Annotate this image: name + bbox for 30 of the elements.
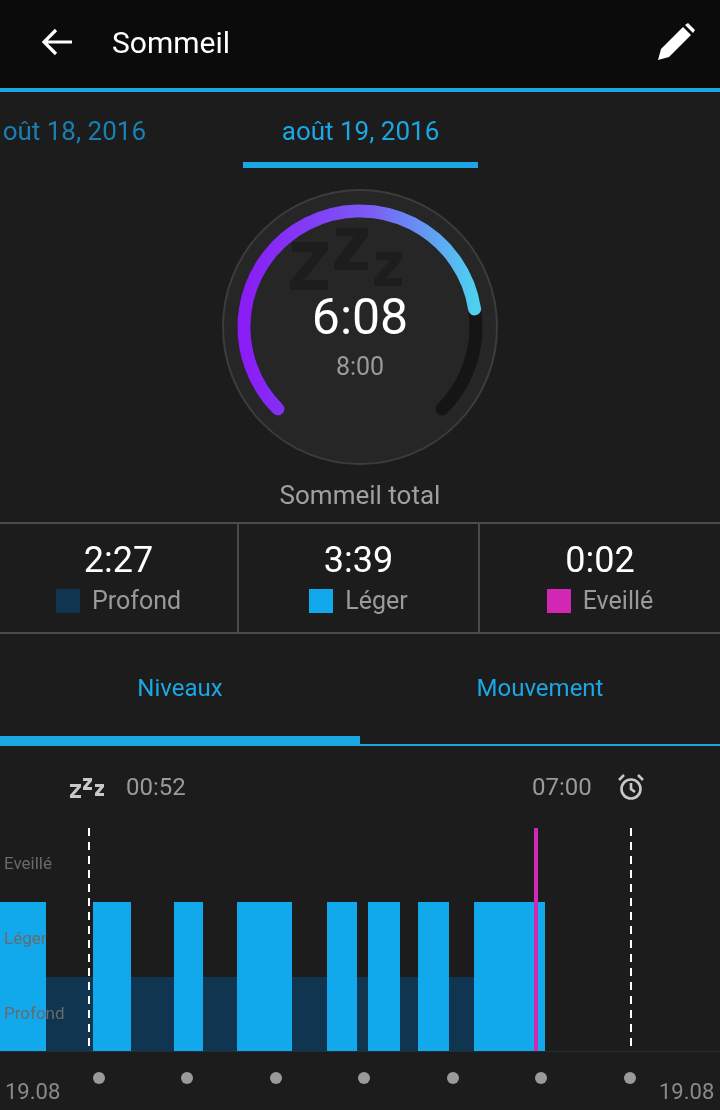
sleep-icon xyxy=(70,776,106,798)
timeline-dot xyxy=(181,1072,193,1084)
pencil-icon[interactable] xyxy=(656,22,696,62)
screen-title: Sommeil xyxy=(112,24,232,60)
level-label: Eveillé xyxy=(4,853,52,873)
date-tab[interactable]: août 19, 2016 xyxy=(243,116,478,168)
timeline-dot xyxy=(624,1072,636,1084)
gauge-label: Sommeil total xyxy=(278,482,442,512)
timeline-dot xyxy=(93,1072,105,1084)
sleep-total-value: 6:08 xyxy=(310,292,410,342)
back-arrow-icon[interactable] xyxy=(40,27,74,57)
stage-duration: 0:02 xyxy=(565,540,635,581)
timeline-dot xyxy=(270,1072,282,1084)
timeline-dot xyxy=(447,1072,459,1084)
sleep-start-time: 00:52 xyxy=(126,773,186,801)
sleep-goal: 8:00 xyxy=(334,354,386,379)
stage-duration: 2:27 xyxy=(83,540,154,581)
stage-label: Profond xyxy=(91,586,182,616)
date-tab[interactable]: oût 18, 2016 xyxy=(2,116,146,168)
timeline-dot xyxy=(535,1072,547,1084)
timeline-dot xyxy=(358,1072,370,1084)
end-date: 19.08 xyxy=(659,1079,715,1104)
view-tab[interactable]: Niveaux xyxy=(0,634,360,744)
stage-label: Léger xyxy=(345,586,408,616)
wake-time: 07:00 xyxy=(532,773,592,801)
stage-label: Eveillé xyxy=(582,586,654,616)
stage-duration: 3:39 xyxy=(323,540,394,581)
alarm-clock-icon xyxy=(617,773,645,801)
start-date: 19.08 xyxy=(5,1079,61,1104)
view-tab[interactable]: Mouvement xyxy=(360,634,720,744)
